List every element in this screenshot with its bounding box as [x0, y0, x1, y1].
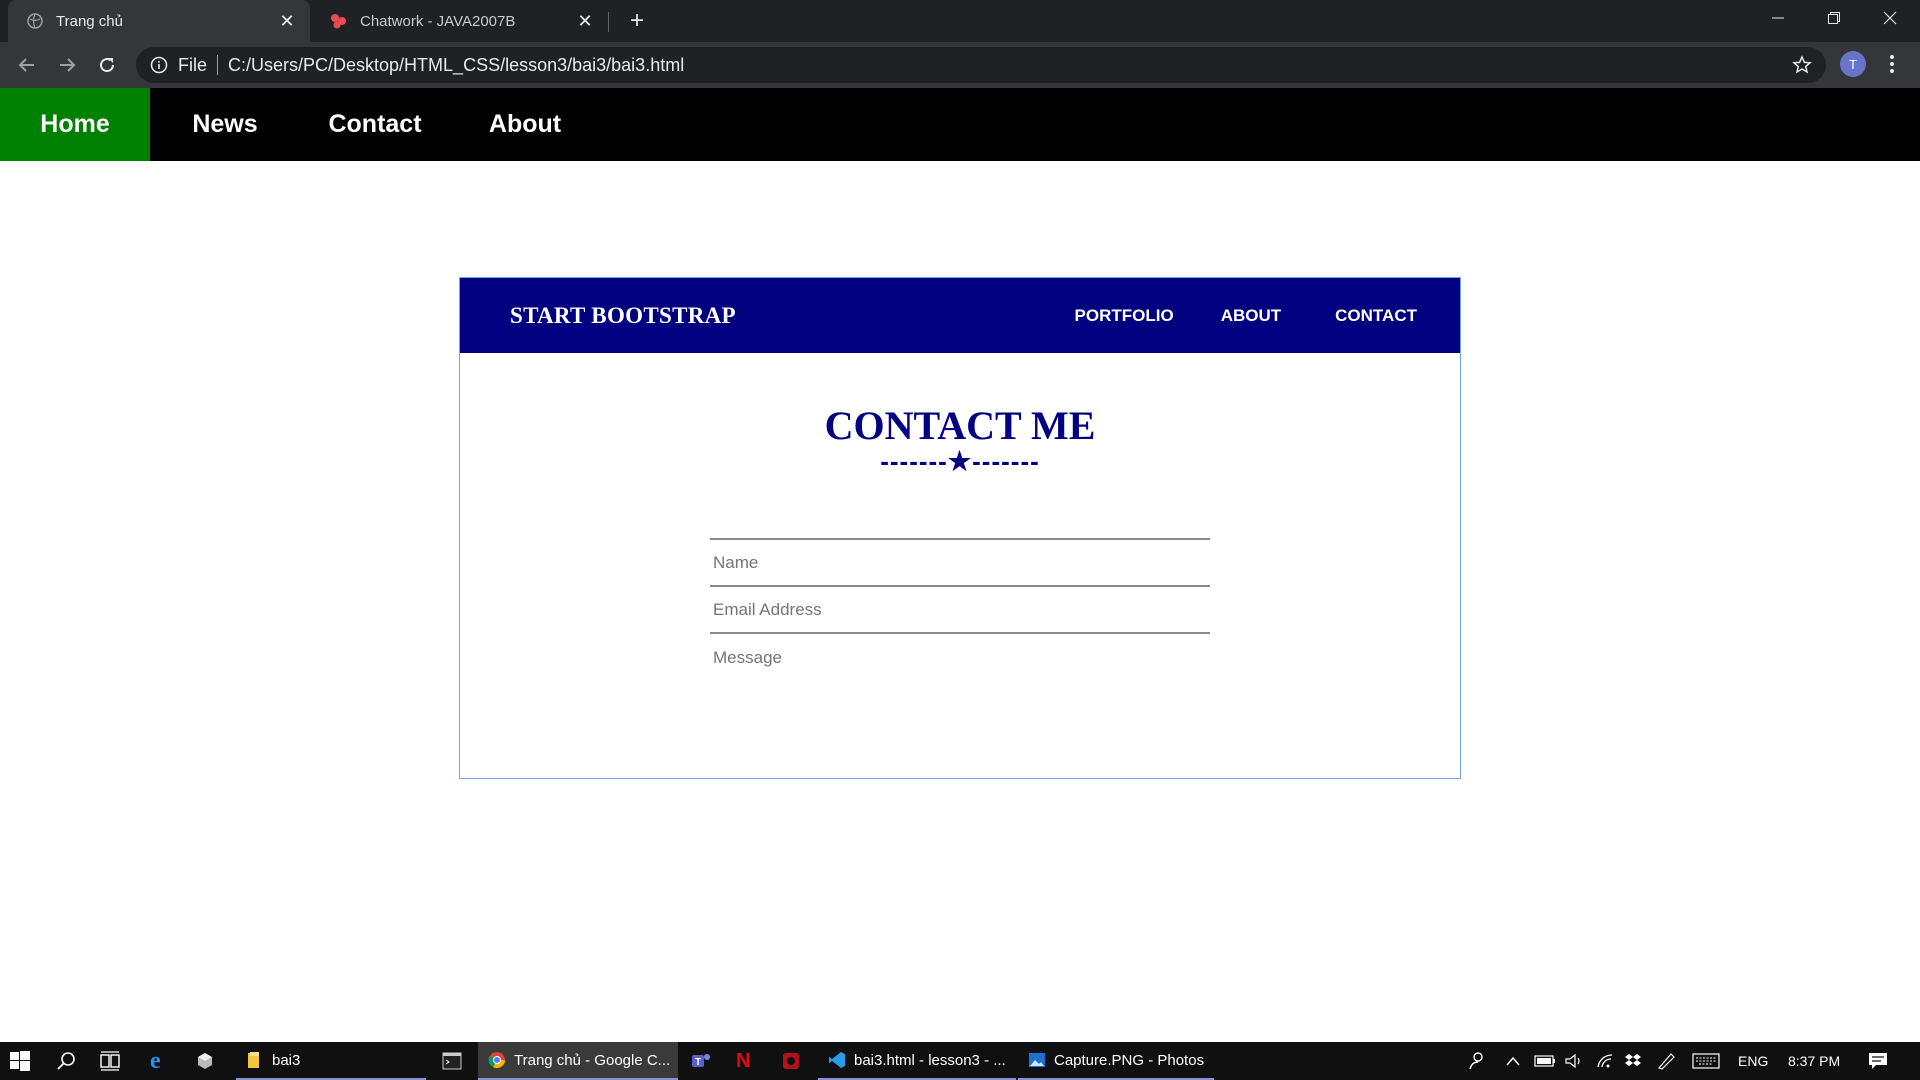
windows-start-icon[interactable]: [10, 1042, 30, 1080]
netflix-icon[interactable]: N: [736, 1042, 750, 1080]
taskbar-app-label: bai3.html - lesson3 - ...: [854, 1051, 1006, 1069]
taskbar-app-chrome[interactable]: Trang chủ - Google C...: [478, 1042, 678, 1080]
card-navigation: PORTFOLIO ABOUT CONTACT: [1075, 278, 1460, 353]
menu-kebab-icon[interactable]: [1880, 52, 1904, 76]
tab-separator: [608, 12, 609, 32]
taskbar-app-photos[interactable]: Capture.PNG - Photos: [1018, 1042, 1214, 1080]
close-icon[interactable]: ✕: [276, 10, 298, 32]
restore-icon[interactable]: [1806, 0, 1862, 36]
globe-icon: [26, 12, 44, 30]
nav-home-link[interactable]: Home: [0, 88, 150, 161]
info-icon[interactable]: [150, 56, 168, 74]
vscode-icon: [828, 1051, 846, 1069]
chatwork-icon: [330, 12, 348, 30]
address-divider: [217, 55, 219, 75]
forward-arrow-icon[interactable]: [52, 50, 82, 80]
search-icon[interactable]: [56, 1042, 76, 1080]
svg-text:T: T: [695, 1057, 701, 1068]
bookmark-star-icon[interactable]: [1792, 55, 1812, 75]
taskbar-app-bai3[interactable]: bai3: [236, 1042, 426, 1080]
top-navigation: Home News Contact About: [0, 88, 1920, 161]
new-tab-icon[interactable]: +: [622, 6, 652, 36]
contact-card: START BOOTSTRAP PORTFOLIO ABOUT CONTACT …: [459, 277, 1461, 779]
taskbar-app-label: Capture.PNG - Photos: [1054, 1051, 1205, 1069]
battery-icon[interactable]: [1534, 1042, 1556, 1080]
card-header: START BOOTSTRAP PORTFOLIO ABOUT CONTACT: [460, 278, 1460, 353]
message-field[interactable]: Message: [710, 632, 1210, 712]
game-app-icon[interactable]: [782, 1042, 800, 1080]
browser-toolbar: File C:/Users/PC/Desktop/HTML_CSS/lesson…: [0, 42, 1920, 88]
url-text: C:/Users/PC/Desktop/HTML_CSS/lesson3/bai…: [228, 54, 685, 75]
pen-icon[interactable]: [1656, 1042, 1676, 1080]
reload-icon[interactable]: [92, 50, 122, 80]
contact-form: Name Email Address Message: [710, 538, 1210, 712]
volume-icon[interactable]: [1564, 1042, 1584, 1080]
tab-title: Trang chủ: [56, 12, 123, 30]
taskbar-app-label: Trang chủ - Google C...: [514, 1051, 671, 1069]
page-title: CONTACT ME: [824, 403, 1096, 448]
nav-contact-link[interactable]: Contact: [300, 88, 450, 161]
wifi-icon[interactable]: [1596, 1042, 1614, 1080]
notifications-icon[interactable]: [1868, 1042, 1888, 1080]
nav-about-link[interactable]: About: [450, 88, 600, 161]
back-arrow-icon[interactable]: [12, 50, 42, 80]
tab-chatwork[interactable]: Chatwork - JAVA2007B ✕: [312, 0, 608, 42]
email-field[interactable]: Email Address: [710, 585, 1210, 632]
tab-trang-chu[interactable]: Trang chủ ✕: [8, 0, 310, 42]
app-cube-icon[interactable]: [196, 1042, 214, 1080]
folder-icon: [246, 1051, 264, 1069]
minimize-icon[interactable]: [1750, 0, 1806, 36]
scheme-label: File: [178, 54, 208, 75]
windows-taskbar: e bai3 Trang chủ - Google C... T N bai3.…: [0, 1042, 1920, 1080]
teams-icon[interactable]: T: [690, 1042, 712, 1080]
browser-tab-strip: Trang chủ ✕ Chatwork - JAVA2007B ✕ +: [0, 0, 1920, 42]
profile-avatar[interactable]: T: [1840, 51, 1866, 77]
taskbar-app-label: bai3: [272, 1051, 301, 1069]
card-nav-portfolio[interactable]: PORTFOLIO: [1075, 306, 1174, 326]
star-divider: -------★-------: [880, 446, 1040, 476]
clock-time[interactable]: 8:37 PM: [1788, 1042, 1840, 1080]
chevron-up-icon[interactable]: [1506, 1042, 1520, 1080]
terminal-icon[interactable]: [442, 1042, 462, 1080]
edge-icon[interactable]: e: [150, 1042, 161, 1080]
name-field[interactable]: Name: [710, 538, 1210, 585]
keyboard-icon[interactable]: [1692, 1042, 1720, 1080]
taskbar-app-vscode[interactable]: bai3.html - lesson3 - ...: [818, 1042, 1016, 1080]
close-icon[interactable]: ✕: [574, 10, 596, 32]
language-indicator[interactable]: ENG: [1738, 1042, 1768, 1080]
people-icon[interactable]: [1466, 1042, 1486, 1080]
address-bar[interactable]: File C:/Users/PC/Desktop/HTML_CSS/lesson…: [136, 47, 1826, 83]
nav-news-link[interactable]: News: [150, 88, 300, 161]
brand-logo-text[interactable]: START BOOTSTRAP: [510, 303, 736, 329]
chrome-icon: [488, 1051, 506, 1069]
card-nav-contact[interactable]: CONTACT: [1335, 306, 1417, 326]
close-window-icon[interactable]: [1862, 0, 1918, 36]
tab-title: Chatwork - JAVA2007B: [360, 12, 516, 30]
task-view-icon[interactable]: [100, 1042, 120, 1080]
card-nav-about[interactable]: ABOUT: [1221, 306, 1281, 326]
photos-icon: [1028, 1051, 1046, 1069]
dropbox-icon[interactable]: [1624, 1042, 1642, 1080]
